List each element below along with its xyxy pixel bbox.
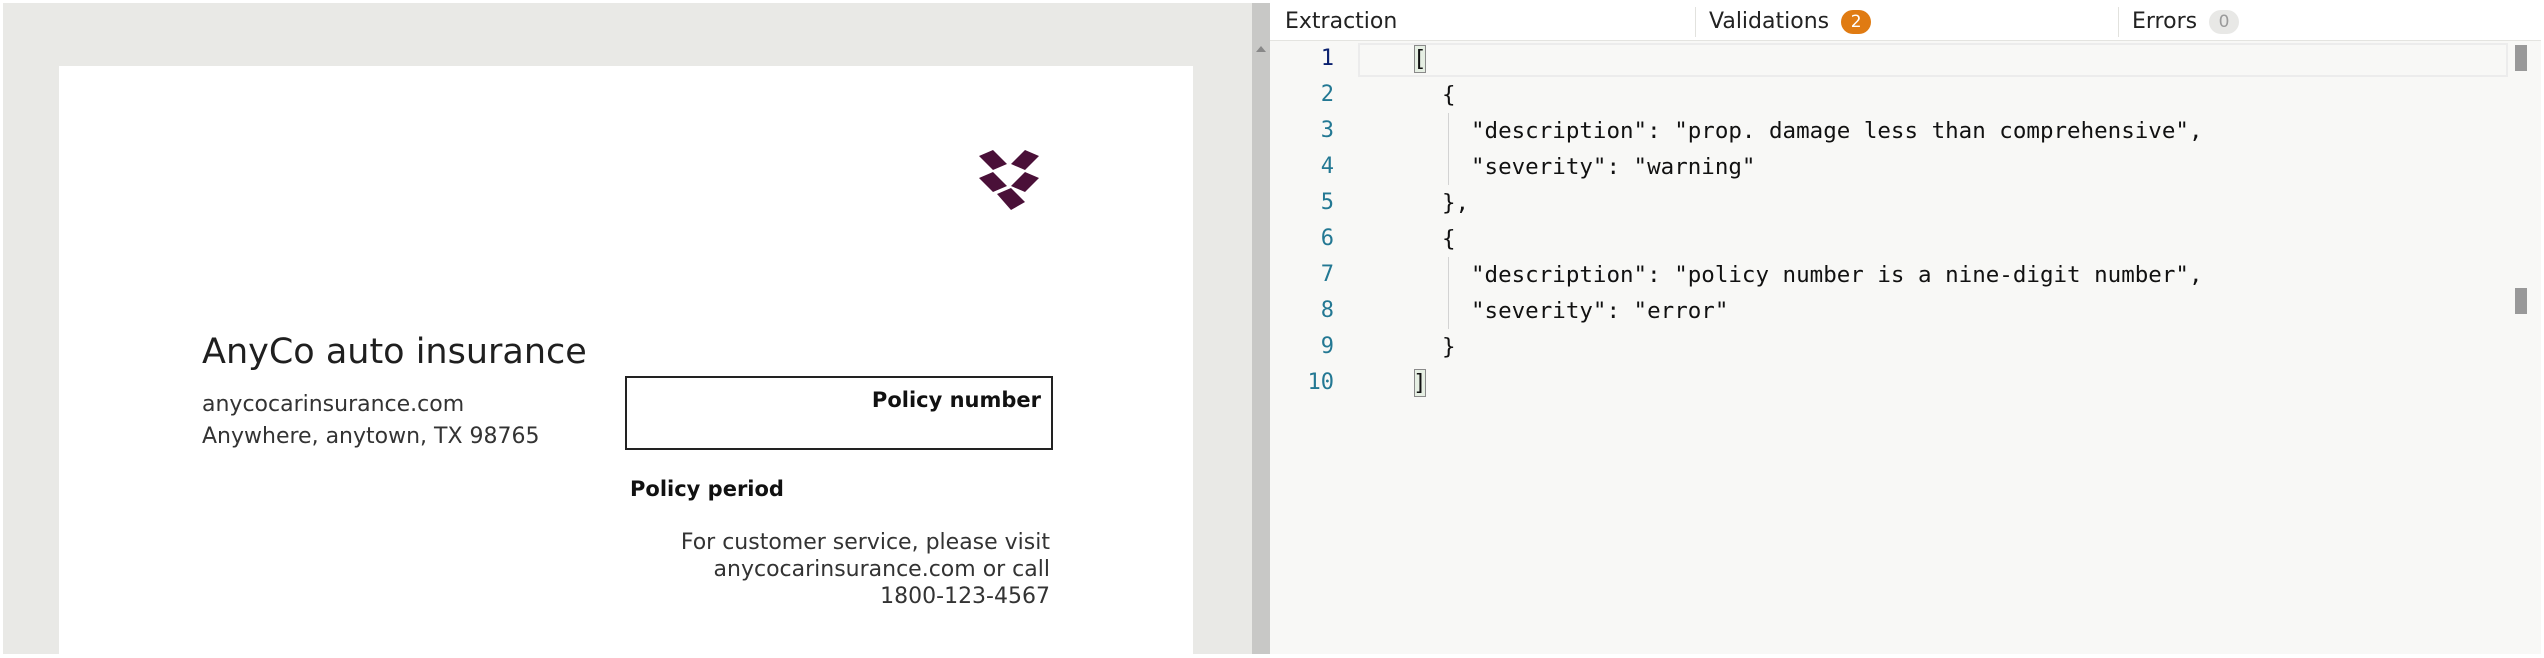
code-line: 4 "severity": "warning" (1270, 149, 2510, 185)
result-tabs: Extraction Validations 2 Errors 0 (1270, 3, 2541, 41)
policy-number-box: Policy number (625, 376, 1053, 450)
line-number: 1 (1320, 46, 1334, 71)
tab-errors[interactable]: Errors 0 (2132, 3, 2240, 40)
code-line: 2 { (1270, 77, 2510, 113)
code-text: } (1442, 334, 1456, 360)
company-website: anycocarinsurance.com (202, 392, 465, 417)
tab-errors-label: Errors (2132, 9, 2198, 34)
policy-period-label: Policy period (630, 477, 784, 501)
overview-ruler-marker (2515, 288, 2527, 314)
line-number: 10 (1307, 370, 1335, 395)
errors-count-badge: 0 (2209, 9, 2240, 34)
line-number: 6 (1320, 226, 1334, 251)
indent-guide (1448, 257, 1449, 293)
code-line: 8 "severity": "error" (1270, 293, 2510, 329)
tab-divider (1695, 7, 1696, 37)
tab-extraction[interactable]: Extraction (1285, 3, 1397, 40)
code-line: 7 "description": "policy number is a nin… (1270, 257, 2510, 293)
document-page: AnyCo auto insurance anycocarinsurance.c… (59, 66, 1193, 654)
line-number: 4 (1320, 154, 1334, 179)
code-text: ] (1413, 370, 1427, 396)
results-panel: Extraction Validations 2 Errors 0 1 [ 2 … (1270, 3, 2541, 654)
logo-petal-1 (979, 150, 1007, 170)
tab-extraction-label: Extraction (1285, 9, 1398, 34)
line-number: 2 (1320, 82, 1334, 107)
tab-validations-label: Validations (1709, 9, 1830, 34)
logo-petal-4 (1011, 172, 1039, 192)
code-text: }, (1442, 190, 1470, 216)
line-number: 9 (1320, 334, 1334, 359)
company-logo (979, 150, 1039, 210)
code-text: { (1442, 82, 1456, 108)
line-number: 8 (1320, 298, 1334, 323)
scrollbar-thumb[interactable] (2515, 45, 2527, 71)
panel-splitter[interactable] (1252, 3, 1270, 654)
code-line: 5 }, (1270, 185, 2510, 221)
code-line: 10 ] (1270, 365, 2510, 401)
tab-validations[interactable]: Validations 2 (1709, 3, 1872, 40)
code-text: "severity": "error" (1471, 298, 1729, 324)
code-text: { (1442, 226, 1456, 252)
customer-service-phone: 1800-123-4567 (880, 584, 1050, 609)
json-editor[interactable]: 1 [ 2 { 3 "description": "prop. damage l… (1270, 41, 2541, 654)
code-text: "description": "prop. damage less than c… (1471, 118, 2203, 144)
customer-service-line-2: anycocarinsurance.com or call (713, 557, 1050, 582)
document-viewer[interactable]: AnyCo auto insurance anycocarinsurance.c… (3, 3, 1252, 654)
indent-guide (1448, 293, 1449, 329)
indent-guide (1448, 149, 1449, 185)
code-line: 9 } (1270, 329, 2510, 365)
indent-guide (1448, 113, 1449, 149)
scroll-up-arrow-icon[interactable] (1256, 46, 1266, 52)
code-text: [ (1413, 46, 1427, 72)
code-line: 3 "description": "prop. damage less than… (1270, 113, 2510, 149)
validations-count-badge: 2 (1841, 9, 1872, 34)
code-line: 1 [ (1270, 41, 2510, 77)
logo-petal-3 (979, 172, 1007, 192)
code-text: "description": "policy number is a nine-… (1471, 262, 2203, 288)
tab-divider (2118, 7, 2119, 37)
line-number: 7 (1320, 262, 1334, 287)
policy-number-label: Policy number (871, 388, 1041, 412)
line-number: 3 (1320, 118, 1334, 143)
company-address: Anywhere, anytown, TX 98765 (202, 424, 540, 449)
editor-scrollbar[interactable] (2510, 41, 2534, 654)
code-line: 6 { (1270, 221, 2510, 257)
company-name: AnyCo auto insurance (202, 332, 587, 372)
logo-petal-2 (1011, 150, 1039, 170)
code-text: "severity": "warning" (1471, 154, 1756, 180)
line-number: 5 (1320, 190, 1334, 215)
customer-service-line-1: For customer service, please visit (680, 530, 1050, 555)
